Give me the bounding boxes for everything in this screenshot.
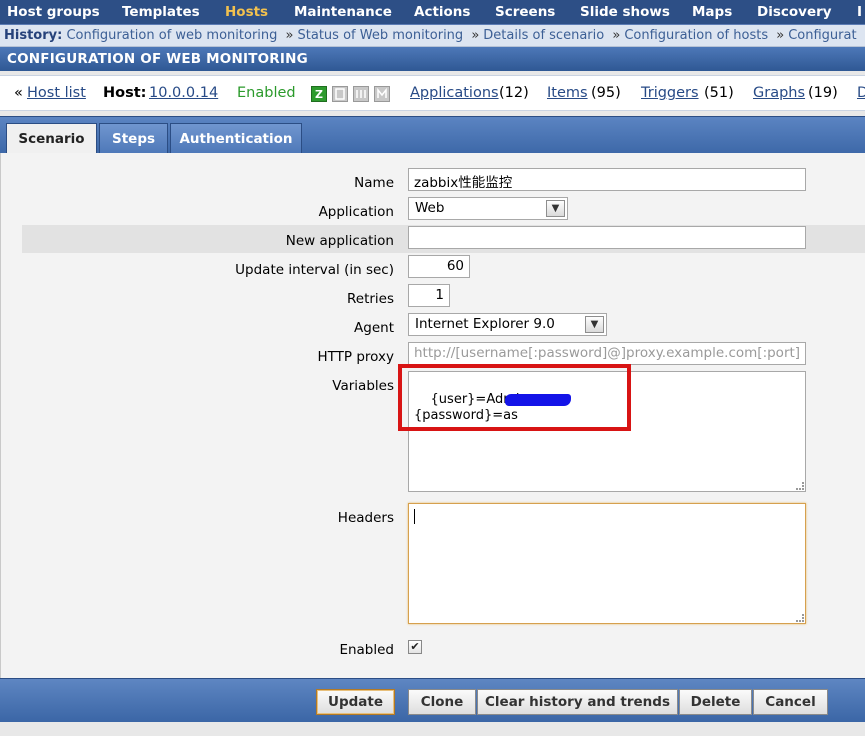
new-application-label: New application	[285, 233, 394, 249]
items-count: (95)	[591, 85, 621, 101]
host-bar: « Host list Host: 10.0.0.14 Enabled Z Ap…	[0, 75, 865, 111]
breadcrumb-separator: »	[612, 28, 621, 43]
nav-discovery[interactable]: Discovery	[757, 4, 832, 20]
items-link[interactable]: Items	[547, 85, 588, 101]
breadcrumb-separator: »	[776, 28, 785, 43]
page-title: CONFIGURATION OF WEB MONITORING	[0, 47, 865, 71]
retries-label: Retries	[346, 291, 394, 307]
update-button[interactable]: Update	[316, 689, 395, 715]
enabled-label: Enabled	[339, 642, 394, 658]
cancel-button[interactable]: Cancel	[753, 689, 828, 715]
graphs-link[interactable]: Graphs	[753, 85, 805, 101]
breadcrumb: History: Configuration of web monitoring…	[0, 25, 865, 47]
history-link-hosts-config[interactable]: Configuration of hosts	[624, 28, 768, 43]
nav-screens[interactable]: Screens	[495, 4, 555, 20]
history-link-scenario-details[interactable]: Details of scenario	[483, 28, 604, 43]
chevron-down-icon: ▼	[546, 200, 565, 217]
discovery-link[interactable]: D	[857, 85, 865, 101]
bottom-strip	[0, 722, 865, 736]
zabbix-agent-icon: Z	[311, 86, 327, 102]
form-footer: Update Clone Clear history and trends De…	[0, 678, 865, 722]
snmp-icon	[332, 86, 348, 102]
agent-select[interactable]: Internet Explorer 9.0 ▼	[408, 313, 607, 336]
nav-it-services[interactable]: I	[857, 4, 862, 20]
update-interval-field[interactable]: 60	[408, 255, 470, 278]
variables-label: Variables	[332, 378, 394, 394]
headers-textarea[interactable]	[408, 503, 806, 624]
host-link[interactable]: 10.0.0.14	[149, 85, 218, 101]
text-caret	[414, 509, 415, 524]
host-list-link[interactable]: Host list	[27, 85, 86, 101]
resize-grip-icon[interactable]	[796, 614, 804, 622]
http-proxy-label: HTTP proxy	[317, 349, 395, 365]
triggers-count: (51)	[704, 85, 734, 101]
nav-host-groups[interactable]: Host groups	[7, 4, 100, 20]
breadcrumb-separator: »	[471, 28, 480, 43]
graphs-count: (19)	[808, 85, 838, 101]
applications-link[interactable]: Applications	[410, 85, 499, 101]
nav-maps[interactable]: Maps	[692, 4, 732, 20]
agent-select-value: Internet Explorer 9.0	[415, 316, 555, 332]
http-proxy-field[interactable]: http://[username[:password]@]proxy.examp…	[408, 342, 806, 365]
application-label: Application	[318, 204, 394, 220]
update-interval-label: Update interval (in sec)	[235, 262, 394, 278]
history-label: History:	[4, 28, 63, 43]
new-application-field[interactable]	[408, 226, 806, 249]
nav-templates[interactable]: Templates	[122, 4, 200, 20]
top-navigation: Host groups Templates Hosts Maintenance …	[0, 0, 865, 25]
redaction-scribble	[505, 394, 571, 406]
host-label: Host:	[103, 85, 147, 101]
history-link-web-status[interactable]: Status of Web monitoring	[298, 28, 464, 43]
headers-label: Headers	[337, 510, 394, 526]
agent-label: Agent	[354, 320, 394, 336]
enabled-checkbox[interactable]: ✔	[408, 640, 422, 654]
applications-count: (12)	[499, 85, 529, 101]
tab-bar: Scenario Steps Authentication	[0, 116, 865, 155]
nav-slide-shows[interactable]: Slide shows	[580, 4, 670, 20]
application-select[interactable]: Web ▼	[408, 197, 568, 220]
chevron-down-icon: ▼	[585, 316, 604, 333]
nav-hosts[interactable]: Hosts	[225, 4, 268, 20]
nav-maintenance[interactable]: Maintenance	[294, 4, 392, 20]
jmx-icon	[353, 86, 369, 102]
resize-grip-icon[interactable]	[796, 482, 804, 490]
nav-actions[interactable]: Actions	[414, 4, 470, 20]
tab-steps[interactable]: Steps	[99, 123, 168, 155]
application-select-value: Web	[415, 200, 445, 216]
triggers-link[interactable]: Triggers	[641, 85, 699, 101]
ipmi-icon	[374, 86, 390, 102]
back-arrow: «	[14, 85, 23, 101]
delete-button[interactable]: Delete	[679, 689, 752, 715]
clone-button[interactable]: Clone	[408, 689, 476, 715]
name-label: Name	[354, 175, 394, 191]
retries-field[interactable]: 1	[408, 284, 450, 307]
history-link-web-config[interactable]: Configuration of web monitoring	[66, 28, 277, 43]
clear-history-button[interactable]: Clear history and trends	[477, 689, 678, 715]
name-field[interactable]: zabbix性能监控	[408, 168, 806, 191]
tab-scenario[interactable]: Scenario	[6, 123, 97, 155]
tab-authentication[interactable]: Authentication	[170, 123, 302, 155]
host-status: Enabled	[237, 85, 296, 101]
breadcrumb-separator: »	[285, 28, 294, 43]
history-link-truncated[interactable]: Configurat	[788, 28, 856, 43]
